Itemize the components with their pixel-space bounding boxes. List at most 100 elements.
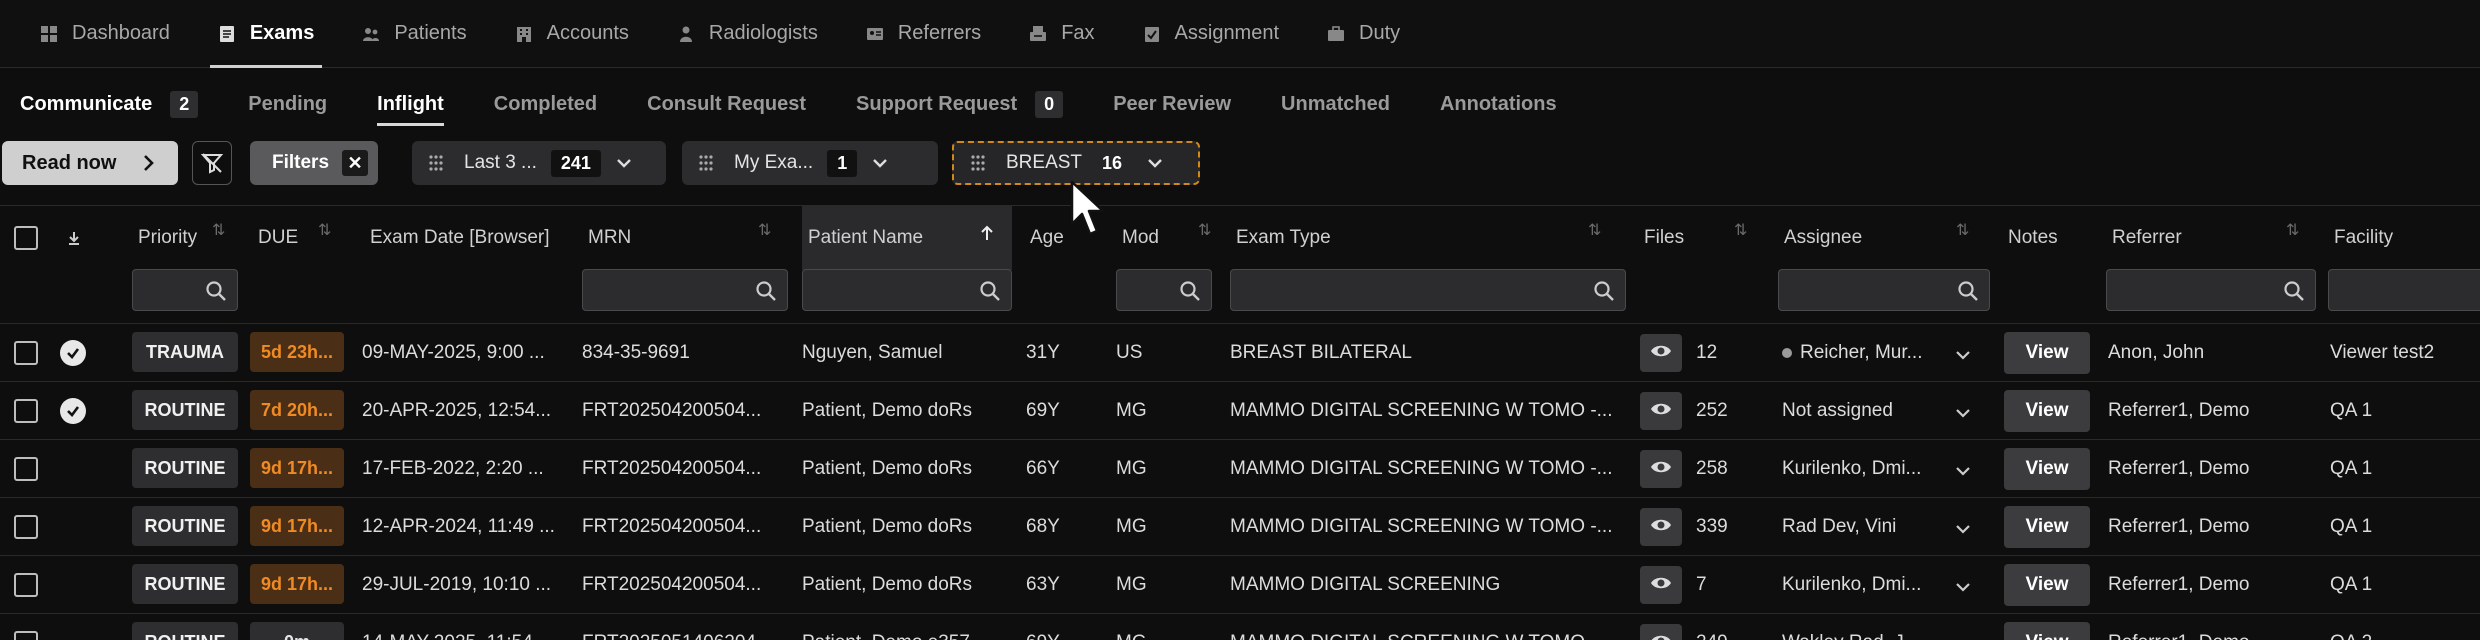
- assignee-cell[interactable]: Rad Dev, Vini: [1782, 498, 1954, 556]
- filter-chip-last3[interactable]: Last 3 ... 241: [412, 141, 666, 185]
- col-due[interactable]: DUE: [258, 206, 298, 270]
- col-patient-name[interactable]: Patient Name: [802, 206, 1012, 270]
- patient-name-cell[interactable]: Nguyen, Samuel: [802, 324, 1012, 382]
- facility-filter-input[interactable]: [2328, 269, 2480, 311]
- patient-name-cell[interactable]: Patient, Demo e357: [802, 614, 1012, 640]
- view-notes-button[interactable]: View: [2004, 564, 2090, 606]
- nav-item-fax[interactable]: Fax: [1005, 0, 1118, 68]
- assignee-cell[interactable]: Not assigned: [1782, 382, 1954, 440]
- referrer-filter-input[interactable]: [2106, 269, 2316, 311]
- table-row[interactable]: TRAUMA 5d 23h... 09-MAY-2025, 9:00 ... 834-…: [0, 323, 2480, 381]
- filter-chip-breast[interactable]: BREAST 16: [952, 141, 1200, 185]
- table-row[interactable]: ROUTINE 0m 14-MAY-2025, 11:54...FRT2025051…: [0, 613, 2480, 640]
- col-files[interactable]: Files: [1644, 206, 1684, 270]
- view-files-button[interactable]: [1640, 392, 1682, 430]
- chevron-down-icon[interactable]: [1954, 518, 1972, 541]
- close-icon[interactable]: ✕: [342, 150, 368, 176]
- chevron-down-icon[interactable]: [1954, 460, 1972, 483]
- col-mod[interactable]: Mod: [1122, 206, 1159, 270]
- tab-annotations[interactable]: Annotations: [1428, 82, 1569, 126]
- assignee-cell[interactable]: Kurilenko, Dmi...: [1782, 556, 1954, 614]
- col-exam-date[interactable]: Exam Date [Browser]: [370, 206, 550, 270]
- table-row[interactable]: ROUTINE 7d 20h... 20-APR-2025, 12:54... FRT…: [0, 381, 2480, 439]
- tab-support-request[interactable]: Support Request 0: [844, 82, 1075, 126]
- sort-icon[interactable]: ⇅: [212, 220, 234, 248]
- chevron-down-icon[interactable]: [1954, 576, 1972, 599]
- sort-icon[interactable]: ⇅: [2286, 220, 2308, 248]
- tab-communicate[interactable]: Communicate 2: [8, 82, 210, 126]
- tab-pending[interactable]: Pending: [236, 82, 339, 126]
- filters-button[interactable]: Filters ✕: [250, 141, 378, 185]
- tab-inflight[interactable]: Inflight: [365, 82, 456, 126]
- row-checkbox[interactable]: [14, 631, 38, 640]
- mod-filter-input[interactable]: [1116, 269, 1212, 311]
- col-referrer[interactable]: Referrer: [2112, 206, 2182, 270]
- nav-item-dashboard[interactable]: Dashboard: [16, 0, 194, 68]
- patient-name-cell[interactable]: Patient, Demo doRs: [802, 382, 1012, 440]
- nav-item-radiologists[interactable]: Radiologists: [653, 0, 842, 68]
- mrn-filter-input[interactable]: [582, 269, 788, 311]
- download-icon[interactable]: [66, 230, 82, 246]
- nav-item-assignment[interactable]: Assignment: [1119, 0, 1304, 68]
- row-checkbox[interactable]: [14, 341, 38, 365]
- col-facility[interactable]: Facility: [2334, 206, 2393, 270]
- sort-icon[interactable]: ⇅: [758, 220, 780, 248]
- view-notes-button[interactable]: View: [2004, 390, 2090, 432]
- view-files-button[interactable]: [1640, 450, 1682, 488]
- sort-icon[interactable]: ⇅: [1198, 220, 1220, 248]
- tab-completed[interactable]: Completed: [482, 82, 609, 126]
- exam-type-filter-input[interactable]: [1230, 269, 1626, 311]
- view-files-button[interactable]: [1640, 508, 1682, 546]
- tab-consult-request[interactable]: Consult Request: [635, 82, 818, 126]
- nav-item-duty[interactable]: Duty: [1303, 0, 1424, 68]
- patient-name-filter-input[interactable]: [802, 269, 1012, 311]
- patient-name-cell[interactable]: Patient, Demo doRs: [802, 556, 1012, 614]
- read-now-button[interactable]: Read now: [2, 141, 178, 185]
- clear-filter-button[interactable]: [192, 141, 232, 185]
- col-notes[interactable]: Notes: [2008, 206, 2058, 270]
- view-files-button[interactable]: [1640, 566, 1682, 604]
- col-assignee[interactable]: Assignee: [1784, 206, 1862, 270]
- table-row[interactable]: ROUTINE 9d 17h... 12-APR-2024, 11:49 ... FR…: [0, 497, 2480, 555]
- row-checkbox[interactable]: [14, 573, 38, 597]
- filter-chip-my-exams[interactable]: My Exa... 1: [682, 141, 938, 185]
- view-files-button[interactable]: [1640, 624, 1682, 640]
- view-files-button[interactable]: [1640, 334, 1682, 372]
- priority-filter-input[interactable]: [132, 269, 238, 311]
- sort-icon[interactable]: ⇅: [318, 220, 340, 248]
- col-exam-type[interactable]: Exam Type: [1236, 206, 1331, 270]
- assignee-cell[interactable]: Reicher, Mur...: [1782, 324, 1954, 382]
- nav-item-exams[interactable]: Exams: [194, 0, 339, 68]
- col-mrn[interactable]: MRN: [588, 206, 631, 270]
- assignee-filter-input[interactable]: [1778, 269, 1990, 311]
- facility-cell: QA 2: [2330, 614, 2480, 640]
- view-notes-button[interactable]: View: [2004, 622, 2090, 640]
- nav-item-referrers[interactable]: Referrers: [842, 0, 1005, 68]
- sort-icon[interactable]: ⇅: [1588, 220, 1610, 248]
- nav-item-patients[interactable]: Patients: [338, 0, 490, 68]
- view-notes-button[interactable]: View: [2004, 332, 2090, 374]
- view-notes-button[interactable]: View: [2004, 506, 2090, 548]
- col-priority[interactable]: Priority: [138, 206, 197, 270]
- files-count-cell: 12: [1696, 342, 1718, 363]
- patient-name-cell[interactable]: Patient, Demo doRs: [802, 440, 1012, 498]
- tab-peer-review[interactable]: Peer Review: [1101, 82, 1243, 126]
- row-checkbox[interactable]: [14, 457, 38, 481]
- chevron-down-icon[interactable]: [1954, 402, 1972, 425]
- row-checkbox[interactable]: [14, 399, 38, 423]
- tab-unmatched[interactable]: Unmatched: [1269, 82, 1402, 126]
- assignee-cell[interactable]: Kurilenko, Dmi...: [1782, 440, 1954, 498]
- table-row[interactable]: ROUTINE 9d 17h... 17-FEB-2022, 2:20 ... FRT…: [0, 439, 2480, 497]
- sort-icon[interactable]: ⇅: [1956, 220, 1978, 248]
- chevron-down-icon[interactable]: [1954, 634, 1972, 640]
- patient-name-cell[interactable]: Patient, Demo doRs: [802, 498, 1012, 556]
- select-all-checkbox[interactable]: [14, 226, 38, 250]
- view-notes-button[interactable]: View: [2004, 448, 2090, 490]
- row-checkbox[interactable]: [14, 515, 38, 539]
- sort-icon[interactable]: ⇅: [1734, 220, 1756, 248]
- table-row[interactable]: ROUTINE 9d 17h... 29-JUL-2019, 10:10 ... FR…: [0, 555, 2480, 613]
- col-age[interactable]: Age: [1030, 206, 1064, 270]
- chevron-down-icon[interactable]: [1954, 344, 1972, 367]
- assignee-cell[interactable]: Wakley Rad, J...: [1782, 614, 1954, 640]
- nav-item-accounts[interactable]: Accounts: [491, 0, 653, 68]
